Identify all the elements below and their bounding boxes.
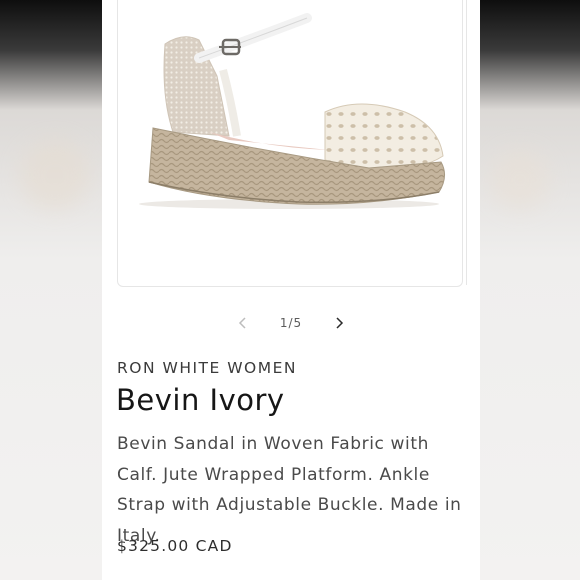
gallery-counter: 1/5: [279, 316, 303, 330]
product-price: $325.00 CAD: [117, 537, 233, 555]
gallery-pagination: 1/5: [102, 311, 480, 335]
chevron-left-icon: [238, 317, 246, 329]
previous-image-button[interactable]: [231, 311, 255, 335]
product-vendor: RON WHITE WOMEN: [117, 359, 298, 377]
product-image-sandal: [139, 13, 445, 209]
product-page: 1/5 RON WHITE WOMEN Bevin Ivory Bevin Sa…: [102, 0, 480, 580]
next-image-button[interactable]: [327, 311, 351, 335]
product-description: Bevin Sandal in Woven Fabric with Calf. …: [117, 434, 462, 546]
blurred-background-right: [480, 0, 580, 580]
next-slide-peek: [466, 0, 480, 285]
blurred-background-left: [0, 0, 102, 580]
product-title: Bevin Ivory: [116, 383, 285, 417]
chevron-right-icon: [336, 317, 344, 329]
